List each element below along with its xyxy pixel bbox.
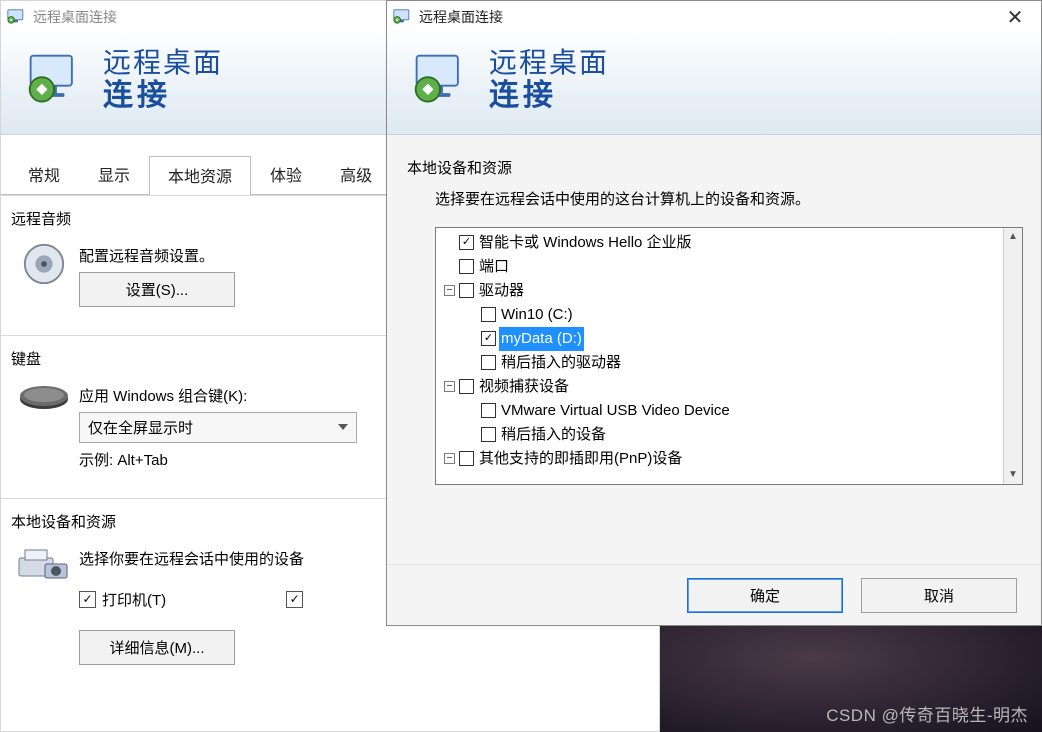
tree-node[interactable]: 端口 bbox=[438, 255, 1001, 279]
banner-line2: 连接 bbox=[489, 79, 609, 114]
audio-settings-button[interactable]: 设置(S)... bbox=[79, 272, 235, 307]
tab-general[interactable]: 常规 bbox=[9, 155, 79, 194]
tree-node[interactable]: myData (D:) bbox=[438, 327, 1001, 351]
tree-collapse-icon[interactable] bbox=[444, 381, 455, 392]
device-tree: 智能卡或 Windows Hello 企业版端口驱动器Win10 (C:)myD… bbox=[435, 227, 1023, 485]
rdc-monitor-icon bbox=[25, 50, 85, 110]
rdc-small-icon bbox=[7, 9, 27, 25]
window-title-left: 远程桌面连接 bbox=[33, 7, 117, 27]
tree-node[interactable]: 其他支持的即插即用(PnP)设备 bbox=[438, 447, 1001, 471]
tree-node-label: myData (D:) bbox=[499, 327, 584, 351]
speaker-icon bbox=[9, 239, 79, 313]
tab-local[interactable]: 本地资源 bbox=[149, 156, 251, 195]
rdc-monitor-icon bbox=[411, 50, 471, 110]
tree-checkbox[interactable] bbox=[459, 451, 474, 466]
tree-node-label: 视频捕获设备 bbox=[477, 375, 571, 399]
tree-checkbox[interactable] bbox=[481, 403, 496, 418]
tab-advanced[interactable]: 高级 bbox=[321, 155, 391, 194]
tree-checkbox[interactable] bbox=[481, 331, 496, 346]
banner-line1: 远程桌面 bbox=[489, 47, 609, 79]
banner-line1: 远程桌面 bbox=[103, 47, 223, 79]
tree-node[interactable]: 稍后插入的驱动器 bbox=[438, 351, 1001, 375]
tree-node[interactable]: Win10 (C:) bbox=[438, 303, 1001, 327]
tree-node-label: 驱动器 bbox=[477, 279, 526, 303]
tree-node-label: 端口 bbox=[477, 255, 511, 279]
tree-node[interactable]: 驱动器 bbox=[438, 279, 1001, 303]
tree-node-label: Win10 (C:) bbox=[499, 303, 575, 327]
tab-exp[interactable]: 体验 bbox=[251, 155, 321, 194]
scroll-track[interactable] bbox=[1004, 246, 1022, 466]
tree-collapse-icon[interactable] bbox=[444, 285, 455, 296]
tree-node[interactable]: VMware Virtual USB Video Device bbox=[438, 399, 1001, 423]
banner-right: 远程桌面 连接 bbox=[387, 33, 1041, 135]
tree-checkbox[interactable] bbox=[481, 307, 496, 322]
dialog-section-desc: 选择要在远程会话中使用的这台计算机上的设备和资源。 bbox=[435, 188, 1021, 209]
rdc-devices-dialog: 远程桌面连接 ✕ 远程桌面 连接 本地设备和资源 选择要在远程会话中使用的这台计… bbox=[386, 0, 1042, 626]
dialog-section-title: 本地设备和资源 bbox=[407, 157, 1021, 178]
tree-checkbox[interactable] bbox=[459, 259, 474, 274]
printer-checkbox[interactable]: 打印机(T) bbox=[79, 589, 166, 610]
clipboard-checkbox[interactable] bbox=[286, 589, 309, 610]
tab-display[interactable]: 显示 bbox=[79, 155, 149, 194]
more-devices-button[interactable]: 详细信息(M)... bbox=[79, 630, 235, 665]
titlebar-right: 远程桌面连接 ✕ bbox=[387, 1, 1041, 33]
tree-node-label: 智能卡或 Windows Hello 企业版 bbox=[477, 231, 694, 255]
banner-line2: 连接 bbox=[103, 79, 223, 114]
tree-checkbox[interactable] bbox=[481, 355, 496, 370]
tree-node[interactable]: 智能卡或 Windows Hello 企业版 bbox=[438, 231, 1001, 255]
tree-node-label: 稍后插入的设备 bbox=[499, 423, 608, 447]
background-image-strip bbox=[660, 626, 1042, 732]
tree-collapse-icon[interactable] bbox=[444, 453, 455, 464]
tree-node[interactable]: 视频捕获设备 bbox=[438, 375, 1001, 399]
tree-node-label: 稍后插入的驱动器 bbox=[499, 351, 623, 375]
tree-checkbox[interactable] bbox=[459, 283, 474, 298]
scroll-down-arrow[interactable]: ▼ bbox=[1004, 466, 1022, 484]
winkeys-combo[interactable]: 仅在全屏显示时 bbox=[79, 412, 357, 443]
dialog-button-row: 确定 取消 bbox=[387, 564, 1041, 625]
window-title-right: 远程桌面连接 bbox=[419, 7, 503, 27]
close-button[interactable]: ✕ bbox=[995, 5, 1035, 30]
tree-checkbox[interactable] bbox=[459, 235, 474, 250]
tree-checkbox[interactable] bbox=[459, 379, 474, 394]
scroll-up-arrow[interactable]: ▲ bbox=[1004, 228, 1022, 246]
printer-camera-icon bbox=[9, 542, 79, 671]
ok-button[interactable]: 确定 bbox=[687, 578, 843, 613]
tree-node[interactable]: 稍后插入的设备 bbox=[438, 423, 1001, 447]
printer-label: 打印机(T) bbox=[102, 589, 166, 610]
keyboard-icon bbox=[9, 379, 79, 476]
tree-checkbox[interactable] bbox=[481, 427, 496, 442]
tree-node-label: VMware Virtual USB Video Device bbox=[499, 399, 732, 423]
rdc-small-icon bbox=[393, 9, 413, 25]
tree-scrollbar[interactable]: ▲ ▼ bbox=[1003, 228, 1022, 484]
cancel-button[interactable]: 取消 bbox=[861, 578, 1017, 613]
tree-node-label: 其他支持的即插即用(PnP)设备 bbox=[477, 447, 684, 471]
